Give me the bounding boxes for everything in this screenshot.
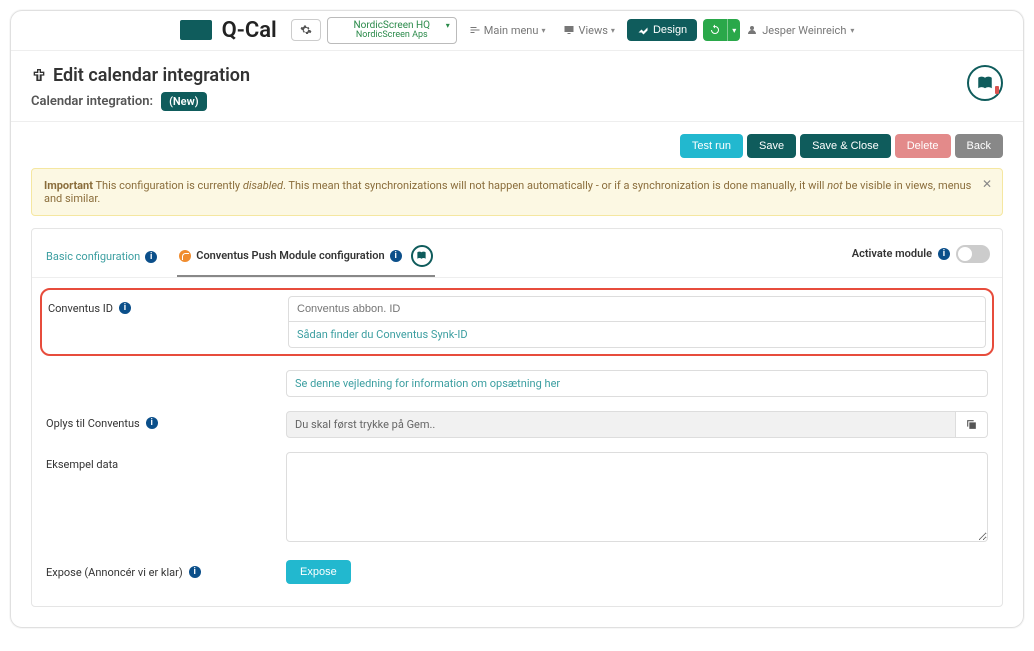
tab-basic-label: Basic configuration xyxy=(46,250,140,263)
help-book-small-button[interactable] xyxy=(411,245,433,267)
eksempel-label: Eksempel data xyxy=(46,452,286,471)
info-icon: i xyxy=(938,248,950,260)
setup-help-link[interactable]: Se denne vejledning for information om o… xyxy=(286,370,988,397)
eksempel-data-textarea[interactable] xyxy=(286,452,988,542)
brand-logo xyxy=(180,20,212,40)
brand-name: Q-Cal xyxy=(222,18,277,43)
oplys-label: Oplys til Conventus i xyxy=(46,411,286,430)
test-run-button[interactable]: Test run xyxy=(680,134,743,158)
info-icon: i xyxy=(119,302,131,314)
book-icon xyxy=(976,74,994,92)
eksempel-row: Eksempel data xyxy=(46,452,988,546)
design-icon xyxy=(637,24,649,36)
activate-module-toggle[interactable] xyxy=(956,245,990,263)
main-menu-label: Main menu xyxy=(484,24,539,37)
sliders-icon xyxy=(469,24,481,36)
design-button[interactable]: Design xyxy=(627,19,697,41)
expose-field: Expose xyxy=(286,560,988,584)
page-title: Edit calendar integration xyxy=(31,65,250,86)
tab-body: Conventus ID i Sådan finder du Conventus… xyxy=(32,278,1002,606)
integration-label: Calendar integration: xyxy=(31,94,153,109)
header-left: Edit calendar integration Calendar integ… xyxy=(31,65,250,111)
alert-not-word: not xyxy=(827,179,842,192)
alert-disabled-word: disabled xyxy=(243,179,283,192)
conventus-id-input[interactable] xyxy=(288,296,986,322)
chevron-down-icon: ▾ xyxy=(446,22,450,31)
monitor-icon xyxy=(563,24,575,36)
conventus-id-label: Conventus ID i xyxy=(48,296,288,315)
activate-label: Activate module xyxy=(852,247,932,260)
tab-header: Basic configuration i Conventus Push Mod… xyxy=(32,229,1002,278)
expose-button[interactable]: Expose xyxy=(286,560,351,584)
views-label: Views xyxy=(578,24,607,37)
alert-close-button[interactable]: ✕ xyxy=(982,177,992,191)
refresh-button[interactable] xyxy=(703,19,727,41)
tab-conventus-label: Conventus Push Module configuration xyxy=(196,249,384,262)
config-card: Basic configuration i Conventus Push Mod… xyxy=(31,228,1003,607)
highlighted-region: Conventus ID i Sådan finder du Conventus… xyxy=(40,288,994,356)
info-icon: i xyxy=(146,417,158,429)
setup-help-row: Se denne vejledning for information om o… xyxy=(46,370,988,397)
conventus-icon xyxy=(179,250,191,262)
oplys-row: Oplys til Conventus i Du skal først tryk… xyxy=(46,411,988,438)
copy-button[interactable] xyxy=(956,411,988,438)
org-sub-name: NordicScreen Aps xyxy=(338,31,446,41)
gears-icon xyxy=(300,24,312,36)
conventus-id-row: Conventus ID i Sådan finder du Conventus… xyxy=(48,296,986,348)
chevron-down-icon: ▾ xyxy=(541,26,545,35)
settings-gears-button[interactable] xyxy=(291,19,321,41)
back-button[interactable]: Back xyxy=(955,134,1003,158)
main-menu-dropdown[interactable]: Main menu ▾ xyxy=(463,20,552,41)
alert-text-a: This configuration is currently xyxy=(95,179,242,192)
action-button-row: Test run Save Save & Close Delete Back xyxy=(31,134,1003,158)
user-icon xyxy=(746,24,758,36)
expose-row: Expose (Annoncér vi er klar) i Expose xyxy=(46,560,988,584)
user-menu[interactable]: Jesper Weinreich ▾ xyxy=(746,24,854,37)
refresh-icon xyxy=(709,24,721,36)
disabled-alert: Important This configuration is currentl… xyxy=(31,168,1003,216)
save-close-button[interactable]: Save & Close xyxy=(800,134,891,158)
info-icon: i xyxy=(189,566,201,578)
chevron-down-icon: ▾ xyxy=(611,26,615,35)
user-name: Jesper Weinreich xyxy=(762,24,846,37)
empty-label xyxy=(46,370,286,376)
top-bar: Q-Cal NordicScreen HQ NordicScreen Aps ▾… xyxy=(11,11,1023,51)
delete-button[interactable]: Delete xyxy=(895,134,951,158)
activate-module-control: Activate module i xyxy=(852,245,990,269)
tab-basic-configuration[interactable]: Basic configuration i xyxy=(44,242,159,271)
design-label: Design xyxy=(653,24,687,36)
oplys-field-group: Du skal først trykke på Gem.. xyxy=(286,411,988,438)
tab-list: Basic configuration i Conventus Push Mod… xyxy=(44,237,435,277)
views-dropdown[interactable]: Views ▾ xyxy=(557,20,620,41)
org-selector[interactable]: NordicScreen HQ NordicScreen Aps ▾ xyxy=(327,17,457,44)
new-badge: (New) xyxy=(161,92,207,111)
header-sub-row: Calendar integration: (New) xyxy=(31,92,250,111)
content-area: Test run Save Save & Close Delete Back I… xyxy=(11,122,1023,627)
book-icon xyxy=(416,250,427,261)
copy-icon xyxy=(965,418,978,431)
tab-conventus-push[interactable]: Conventus Push Module configuration i xyxy=(177,237,434,277)
save-button[interactable]: Save xyxy=(747,134,796,158)
conventus-id-field-group: Sådan finder du Conventus Synk-ID xyxy=(288,296,986,348)
expose-label: Expose (Annoncér vi er klar) i xyxy=(46,560,286,579)
alert-text-b: . This mean that synchronizations will n… xyxy=(283,179,827,192)
app-window: Q-Cal NordicScreen HQ NordicScreen Aps ▾… xyxy=(10,10,1024,628)
integration-icon xyxy=(31,67,47,83)
conventus-id-help-link[interactable]: Sådan finder du Conventus Synk-ID xyxy=(288,322,986,348)
help-book-button[interactable] xyxy=(967,65,1003,101)
chevron-down-icon: ▾ xyxy=(732,26,736,35)
oplys-value: Du skal først trykke på Gem.. xyxy=(286,411,956,438)
page-header: Edit calendar integration Calendar integ… xyxy=(11,51,1023,122)
refresh-split-button: ▾ xyxy=(703,19,740,41)
chevron-down-icon: ▾ xyxy=(850,26,854,35)
eksempel-field xyxy=(286,452,988,546)
setup-help-field: Se denne vejledning for information om o… xyxy=(286,370,988,397)
info-icon: i xyxy=(145,251,157,263)
alert-important: Important xyxy=(44,179,93,192)
refresh-dropdown[interactable]: ▾ xyxy=(727,19,740,41)
info-icon: i xyxy=(390,250,402,262)
